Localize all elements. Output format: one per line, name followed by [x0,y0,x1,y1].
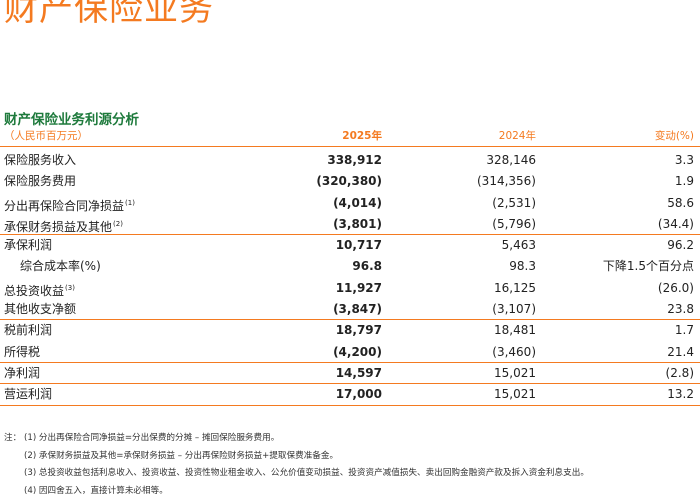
unit-label: （人民币百万元） [4,130,88,142]
row-label: 税前利润 [4,323,53,338]
value-change: 3.3 [674,153,694,167]
footnote: 注： (1) 分出再保险合同净损益=分出保费的分摊 – 摊回保险服务费用。 [4,430,696,448]
value-current: 18,797 [335,323,382,338]
value-change: (26.0) [657,280,694,295]
value-prev: 18,481 [494,323,536,338]
footnotes: 注： (1) 分出再保险合同净损益=分出保费的分摊 – 摊回保险服务费用。 (2)… [4,430,696,500]
table-row: 保险服务收入 338,912 328,146 3.3 [0,150,700,171]
value-current: 14,597 [335,365,382,380]
value-current: (3,847) [333,302,382,317]
footnote: (2) 承保财务损益及其他=承保财务损益 – 分出再保险财务损益+提取保费准备金… [24,450,339,461]
table-row: 分出再保险合同净损益(1) (4,014) (2,531) 58.6 [0,193,700,214]
table-row: 税前利润 18,797 18,481 1.7 [0,320,700,341]
col-header-prev: 2024年 [498,130,536,142]
value-prev: 16,125 [494,280,536,295]
value-current: (4,014) [333,195,382,210]
value-prev: (2,531) [492,195,536,210]
footnote-ref: (1) [125,198,135,207]
value-current: 11,927 [335,280,382,295]
table-row: 综合成本率(%) 96.8 98.3 下降1.5个百分点 [0,256,700,277]
page-title: 财产保险业务 [4,0,214,29]
footnote: (3) 总投资收益包括利息收入、投资收益、投资性物业租金收入、公允价值变动损益、… [24,468,589,479]
value-change: 58.6 [667,195,694,210]
value-change: 1.7 [674,323,694,338]
row-label: 保险服务费用 [4,174,77,189]
table-row: 承保利润 10,717 5,463 96.2 [0,235,700,256]
value-current: (3,801) [333,216,382,231]
header-divider [0,146,700,147]
row-label: 净利润 [4,365,41,380]
value-current: 338,912 [327,153,382,167]
table-row: 总投资收益(3) 11,927 16,125 (26.0) [0,278,700,299]
value-prev: (3,107) [492,302,536,317]
value-current: 17,000 [335,387,382,402]
table-row: 营运利润 17,000 15,021 13.2 [0,384,700,406]
table-row: 其他收支净额 (3,847) (3,107) 23.8 [0,299,700,321]
value-prev: 98.3 [509,259,536,274]
col-header-current: 2025年 [342,130,382,142]
table-row: 保险服务费用 (320,380) (314,356) 1.9 [0,171,700,192]
value-current: (320,380) [316,174,382,189]
row-label: 其他收支净额 [4,302,77,317]
value-current: 10,717 [335,238,382,253]
value-current: 96.8 [352,259,382,274]
value-prev: 5,463 [501,238,536,253]
value-change: 96.2 [667,238,694,253]
value-prev: (5,796) [492,216,536,231]
footnote-ref: (2) [113,219,123,228]
value-change: 13.2 [667,387,694,402]
col-header-change: 变动(%) [654,130,694,142]
row-label: 营运利润 [4,387,53,402]
value-change: 21.4 [667,344,694,359]
section-title: 财产保险业务利源分析 [4,112,139,128]
value-change: 下降1.5个百分点 [602,259,694,274]
row-label: 承保利润 [4,238,53,253]
value-current: (4,200) [333,344,382,359]
value-change: 1.9 [674,174,694,189]
value-change: (2.8) [665,365,694,380]
value-change: (34.4) [657,216,694,231]
footnote: (4) 因四舍五入，直接计算未必相等。 [24,485,168,496]
row-label: 综合成本率(%) [20,259,101,274]
value-prev: 15,021 [494,387,536,402]
table-row: 承保财务损益及其他(2) (3,801) (5,796) (34.4) [0,214,700,236]
row-label: 保险服务收入 [4,153,77,167]
value-prev: 15,021 [494,365,536,380]
footnote-prefix: 注： [4,433,22,443]
table-header: （人民币百万元） 2025年 2024年 变动(%) [0,128,700,146]
row-label: 所得税 [4,344,41,359]
value-change: 23.8 [667,302,694,317]
value-prev: (3,460) [492,344,536,359]
profit-table: 保险服务收入 338,912 328,146 3.3 保险服务费用 (320,3… [0,150,700,406]
value-prev: 328,146 [486,153,536,167]
value-prev: (314,356) [477,174,536,189]
table-row: 净利润 14,597 15,021 (2.8) [0,363,700,385]
footnote-ref: (3) [65,283,75,292]
table-row: 所得税 (4,200) (3,460) 21.4 [0,342,700,364]
